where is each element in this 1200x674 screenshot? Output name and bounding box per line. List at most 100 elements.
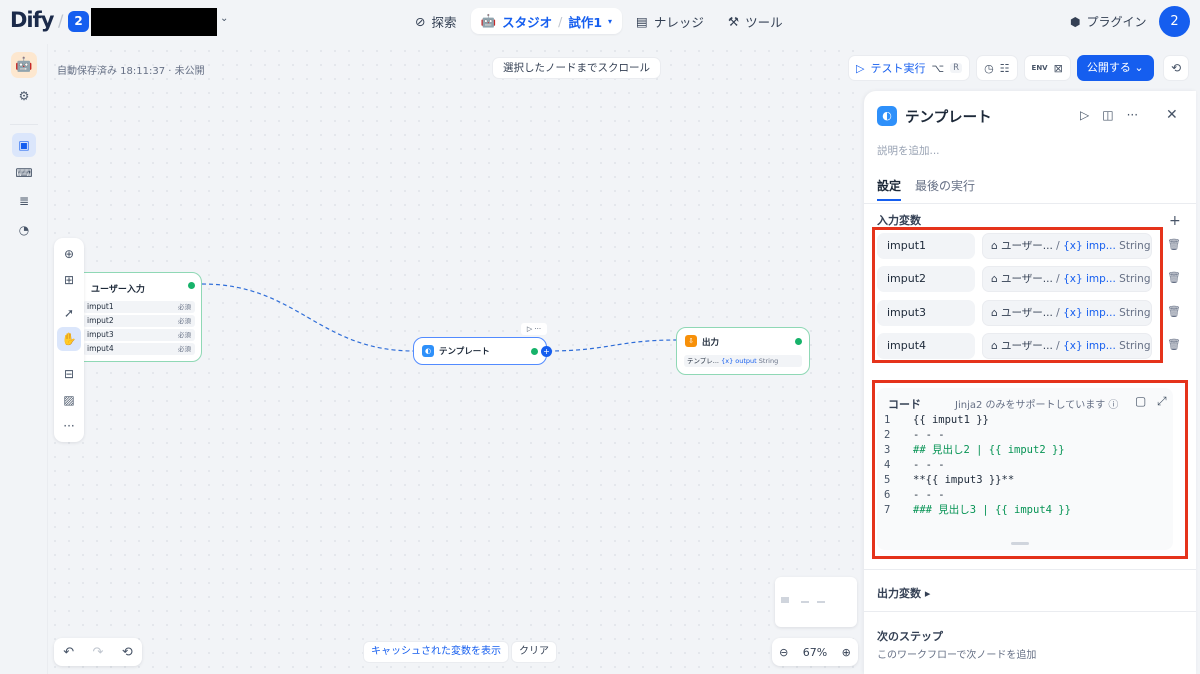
zoom-level[interactable]: 67%	[803, 646, 827, 659]
zoom-in-icon[interactable]: ⊕	[842, 646, 851, 659]
clear-button[interactable]: クリア	[512, 642, 556, 662]
panel-title[interactable]: テンプレート	[905, 106, 992, 127]
node-title: テンプレート	[439, 347, 490, 357]
tab-last-run[interactable]: 最後の実行	[915, 177, 975, 201]
avatar[interactable]: 2	[1159, 6, 1190, 37]
workspace-badge[interactable]: 2	[68, 11, 89, 32]
var-name-input[interactable]: imput1	[877, 233, 975, 259]
tab-settings[interactable]: 設定	[877, 177, 902, 201]
var-ref-selector[interactable]: ⌂ ユーザー... / {x} imp... String	[982, 333, 1152, 359]
test-run-label: テスト実行	[870, 62, 926, 75]
app-name[interactable]: 試作1	[568, 12, 602, 31]
workflow-canvas[interactable]: 自動保存済み 18:11:37 · 未公開 選択したノードまでスクロール ユーザ…	[48, 44, 863, 674]
input-var-row: imput2 ⌂ ユーザー... / {x} imp... String 🗑	[877, 266, 1181, 292]
export-image-icon[interactable]: ▨	[57, 388, 81, 412]
resize-handle[interactable]	[1011, 542, 1029, 545]
plugin-button[interactable]: ⬢ プラグイン	[1070, 13, 1147, 30]
var-name-input[interactable]: imput2	[877, 266, 975, 292]
monitoring-icon[interactable]: ◔	[12, 218, 36, 242]
run-node-icon[interactable]: ▷	[1080, 108, 1089, 122]
var-ref-selector[interactable]: ⌂ ユーザー... / {x} imp... String	[982, 233, 1152, 259]
home-icon: ⌂	[991, 307, 998, 319]
clipboard-icon[interactable]: ▢	[1135, 394, 1146, 408]
dify-logo[interactable]: Dify	[10, 8, 54, 32]
nav-studio-label: スタジオ	[502, 14, 553, 30]
workflow-toolbar: ▷ テスト実行 ⌥ R ◷ ☷ ENV ⊠ 公開する ⌄	[848, 55, 1154, 81]
status-success-icon	[188, 282, 195, 289]
node-title: 出力	[702, 338, 720, 348]
undo-icon[interactable]: ↶	[63, 645, 74, 660]
add-next-node-icon[interactable]: +	[541, 346, 552, 357]
trash-icon[interactable]: 🗑	[1167, 338, 1181, 351]
version-history-icon[interactable]: ⟲	[1163, 55, 1189, 81]
plugin-label: プラグイン	[1086, 15, 1147, 29]
show-cached-vars-button[interactable]: キャッシュされた変数を表示	[364, 642, 508, 662]
node-var-row: imput3 必須	[83, 329, 195, 341]
test-run-button[interactable]: ▷ テスト実行 ⌥ R	[848, 55, 971, 81]
add-note-icon[interactable]: ⊞	[57, 268, 81, 292]
more-icon[interactable]: ···	[57, 414, 81, 438]
description-input[interactable]: 説明を追加...	[877, 143, 940, 158]
trash-icon[interactable]: 🗑	[1167, 238, 1181, 251]
checklist-icon[interactable]: ☷	[1000, 62, 1010, 75]
node-run-more-actions[interactable]: ▷ ···	[521, 323, 547, 335]
home-icon: ⌂	[991, 273, 998, 285]
settings-sliders-icon[interactable]: ⚙	[12, 84, 36, 108]
checklist-clock-icon[interactable]: ◷	[984, 62, 994, 75]
var-name-input[interactable]: imput3	[877, 300, 975, 326]
var-name: imput4	[87, 344, 114, 353]
var-ref-selector[interactable]: ⌂ ユーザー... / {x} imp... String	[982, 266, 1152, 292]
nav-tools[interactable]: ⚒ ツール	[718, 8, 793, 34]
chevron-down-icon[interactable]: ⌄	[220, 13, 228, 24]
code-editor[interactable]: コード Jinja2 のみをサポートしています ⓘ ▢ ⤢ 1{{ imput1…	[877, 388, 1173, 550]
zoom-out-icon[interactable]: ⊖	[779, 646, 788, 659]
trash-icon[interactable]: 🗑	[1167, 271, 1181, 284]
history-icon[interactable]: ⟲	[122, 645, 133, 660]
hand-icon[interactable]: ✋	[57, 327, 81, 351]
node-user-input[interactable]: ユーザー入力 imput1 必須 imput2 必須 imput3 必須 imp…	[74, 272, 202, 362]
play-icon: ▷	[856, 61, 865, 75]
next-step-label: 次のステップ	[877, 630, 943, 643]
trash-icon[interactable]: 🗑	[1167, 305, 1181, 318]
node-output[interactable]: ⇩ 出力 テンプレ... {x} output String	[676, 327, 810, 375]
template-node-icon: ◐	[422, 345, 434, 357]
nav-explore[interactable]: ⊘ 探索	[405, 8, 467, 34]
code-lines[interactable]: 1{{ imput1 }} 2- - - 3 ## 見出し2 | {{ imput…	[884, 413, 1164, 518]
pointer-icon[interactable]: ➚	[57, 301, 81, 325]
nav-studio[interactable]: 🤖 スタジオ / 試作1 ▾	[470, 8, 623, 34]
organize-blocks-icon[interactable]: ⊟	[57, 362, 81, 386]
minimap-preview	[781, 597, 825, 603]
conversation-vars-icon[interactable]: ⊠	[1054, 62, 1063, 75]
logs-icon[interactable]: ≣	[12, 189, 36, 213]
panel-tabs: 設定 最後の実行	[877, 177, 975, 201]
nav-tools-label: ツール	[745, 14, 783, 30]
required-badge: 必須	[178, 317, 191, 325]
autosave-status: 自動保存済み 18:11:37 · 未公開	[57, 66, 205, 77]
close-icon[interactable]: ✕	[1166, 107, 1178, 123]
chevron-down-icon[interactable]: ▾	[608, 17, 612, 26]
nav-knowledge-label: ナレッジ	[653, 14, 704, 30]
output-vars-label[interactable]: 出力変数 ▸	[877, 585, 930, 601]
expand-icon[interactable]: ⤢	[1157, 394, 1167, 409]
more-icon[interactable]: ···	[1127, 108, 1138, 122]
nav-knowledge[interactable]: ▤ ナレッジ	[626, 8, 714, 34]
split-view-icon[interactable]: ◫	[1102, 108, 1113, 122]
workspace-name-redacted[interactable]	[91, 8, 217, 36]
redo-icon[interactable]: ↷	[93, 645, 104, 660]
node-var-row: imput2 必須	[83, 315, 195, 327]
minimap[interactable]	[775, 577, 857, 627]
terminal-icon[interactable]: ⌨	[12, 161, 36, 185]
orchestrate-icon[interactable]: ▣	[12, 133, 36, 157]
left-rail: 🤖 ⚙ ▣ ⌨ ≣ ◔	[0, 44, 48, 674]
var-ref-selector[interactable]: ⌂ ユーザー... / {x} imp... String	[982, 300, 1152, 326]
var-type: String	[1119, 340, 1151, 352]
scroll-to-selected-button[interactable]: 選択したノードまでスクロール	[492, 57, 661, 79]
node-template[interactable]: ◐ テンプレート +	[413, 337, 552, 365]
env-icon[interactable]: ENV	[1032, 64, 1048, 72]
code-line: 1{{ imput1 }}	[884, 414, 989, 426]
var-name-input[interactable]: imput4	[877, 333, 975, 359]
publish-button[interactable]: 公開する ⌄	[1076, 55, 1154, 81]
add-node-icon[interactable]: ⊕	[57, 242, 81, 266]
app-icon[interactable]: 🤖	[11, 52, 37, 78]
add-var-icon[interactable]: +	[1169, 213, 1181, 229]
